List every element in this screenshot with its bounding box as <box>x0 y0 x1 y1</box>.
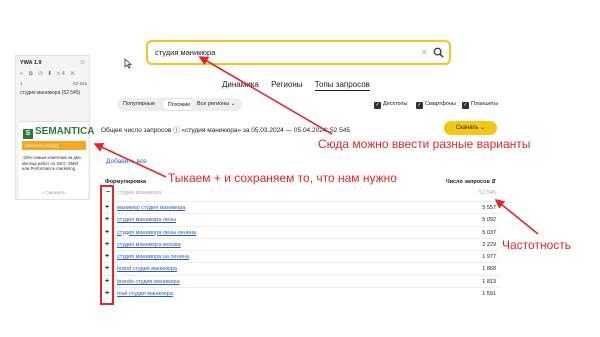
check-icon: ✓ <box>374 102 381 109</box>
add-all-link[interactable]: Добавить все <box>106 158 147 165</box>
query-count: 1 591 <box>482 291 496 298</box>
desktop-checkbox[interactable]: ✓ Десктопы <box>374 101 407 109</box>
tabs: Динамика Регионы Топы запросов <box>222 80 380 91</box>
query-count: 5 557 <box>482 205 496 211</box>
query-count: 1 977 <box>482 254 496 261</box>
tab-dynamics[interactable]: Динамика <box>222 80 259 89</box>
query-count: 5 092 <box>482 217 496 224</box>
check-icon: ✓ <box>462 102 469 109</box>
search-bar[interactable]: студия маникюра × <box>146 40 451 65</box>
arrow-to-search <box>198 56 333 135</box>
plus-column-highlight <box>100 185 114 305</box>
first-row-count: 52 545 <box>479 190 496 196</box>
query-link[interactable]: студия маникюра лены <box>117 217 176 223</box>
table-row: + маникюр студия маникюра 5 557 <box>100 201 500 213</box>
semantica-logo-icon: S <box>23 129 33 139</box>
query-link[interactable]: brand студия маникюра <box>117 266 177 272</box>
ywa-widget-panel: YWA 1.9 ⊙ + ⧉ ◷ ⬇ x4 ✕ 1 52 545 студия м… <box>15 55 94 200</box>
arrow-to-count <box>494 198 539 235</box>
widget-title: YWA 1.9 <box>20 60 42 66</box>
popular-toggle[interactable]: Популярные <box>117 98 161 111</box>
total-queries: Общее число запросов ⓘ «студия маникюра»… <box>101 127 350 134</box>
check-icon: ✓ <box>416 102 423 109</box>
annotation-search-hint: Сюда можно ввести разные варианты <box>318 137 531 151</box>
query-link[interactable]: студия маникюра на ленина <box>117 254 189 260</box>
search-icon[interactable] <box>433 47 444 58</box>
widget-col-right: 52 545 <box>73 81 87 86</box>
regions-dropdown[interactable]: Все регионы ⌄ <box>190 98 243 111</box>
semantica-ad: S SEMANTICA Заказать услугу -20% новым кл… <box>19 121 94 199</box>
semantica-logo: S SEMANTICA <box>23 126 94 139</box>
query-type-switch: Популярные Похожие <box>117 98 198 111</box>
first-row-query[interactable]: студия маникюра <box>117 190 161 196</box>
annotation-plus-hint: Тыкаем + и сохраняем то, что нам нужно <box>168 171 397 185</box>
table-row: + студия маникюра лены ленина 5 037 <box>100 225 500 238</box>
annotation-frequency: Частотность <box>502 238 571 252</box>
table-row: + mail студия маникюра 1 591 <box>100 287 500 299</box>
column-header-count[interactable]: Число запросов ⇵ <box>446 179 496 185</box>
widget-col-left: 1 <box>20 81 23 86</box>
query-count: 5 037 <box>482 229 496 236</box>
tablet-checkbox[interactable]: ✓ Планшеты <box>462 101 498 109</box>
clear-icon[interactable]: × <box>422 47 427 57</box>
query-link[interactable]: brands студия маникюра <box>117 279 180 285</box>
widget-toolbar[interactable]: + ⧉ ◷ ⬇ x4 ✕ <box>20 71 77 78</box>
query-link[interactable]: mail студия маникюра <box>117 291 173 297</box>
smartphone-checkbox[interactable]: ✓ Смартфоны <box>416 101 456 109</box>
query-link[interactable]: студия маникюра москва <box>117 242 181 248</box>
query-link[interactable]: маникюр студия маникюра <box>117 205 185 211</box>
cursor-icon <box>124 58 132 69</box>
queries-table: + маникюр студия маникюра 5 557 + студия ма… <box>100 201 500 299</box>
tab-regions[interactable]: Регионы <box>271 80 302 89</box>
query-count: 1 868 <box>482 266 496 273</box>
collapse-link[interactable]: « Свернуть <box>19 190 88 195</box>
table-row: + brands студия маникюра 1 813 <box>100 274 500 287</box>
query-count: 1 813 <box>482 278 496 285</box>
table-row: + студия маникюра на ленина 1 977 <box>100 250 500 262</box>
widget-saved-query[interactable]: студия маникюра (52 545) <box>20 90 80 96</box>
table-row: + студия маникюра лены 5 092 <box>100 213 500 225</box>
promo-text: -20% новым клиентам на два месяца работ … <box>22 155 81 171</box>
table-row: + brand студия маникюра 1 868 <box>100 262 500 274</box>
query-count: 2 229 <box>482 241 496 248</box>
order-service-button[interactable]: Заказать услугу <box>22 141 86 150</box>
pin-icon[interactable]: ⊙ <box>80 59 85 66</box>
tab-top-queries[interactable]: Топы запросов <box>314 80 370 91</box>
search-input[interactable]: студия маникюра <box>155 48 215 57</box>
table-row: + студия маникюра москва 2 229 <box>100 237 500 250</box>
download-button[interactable]: Скачать ⌄ <box>444 121 497 135</box>
query-link[interactable]: студия маникюра лены ленина <box>117 230 196 236</box>
